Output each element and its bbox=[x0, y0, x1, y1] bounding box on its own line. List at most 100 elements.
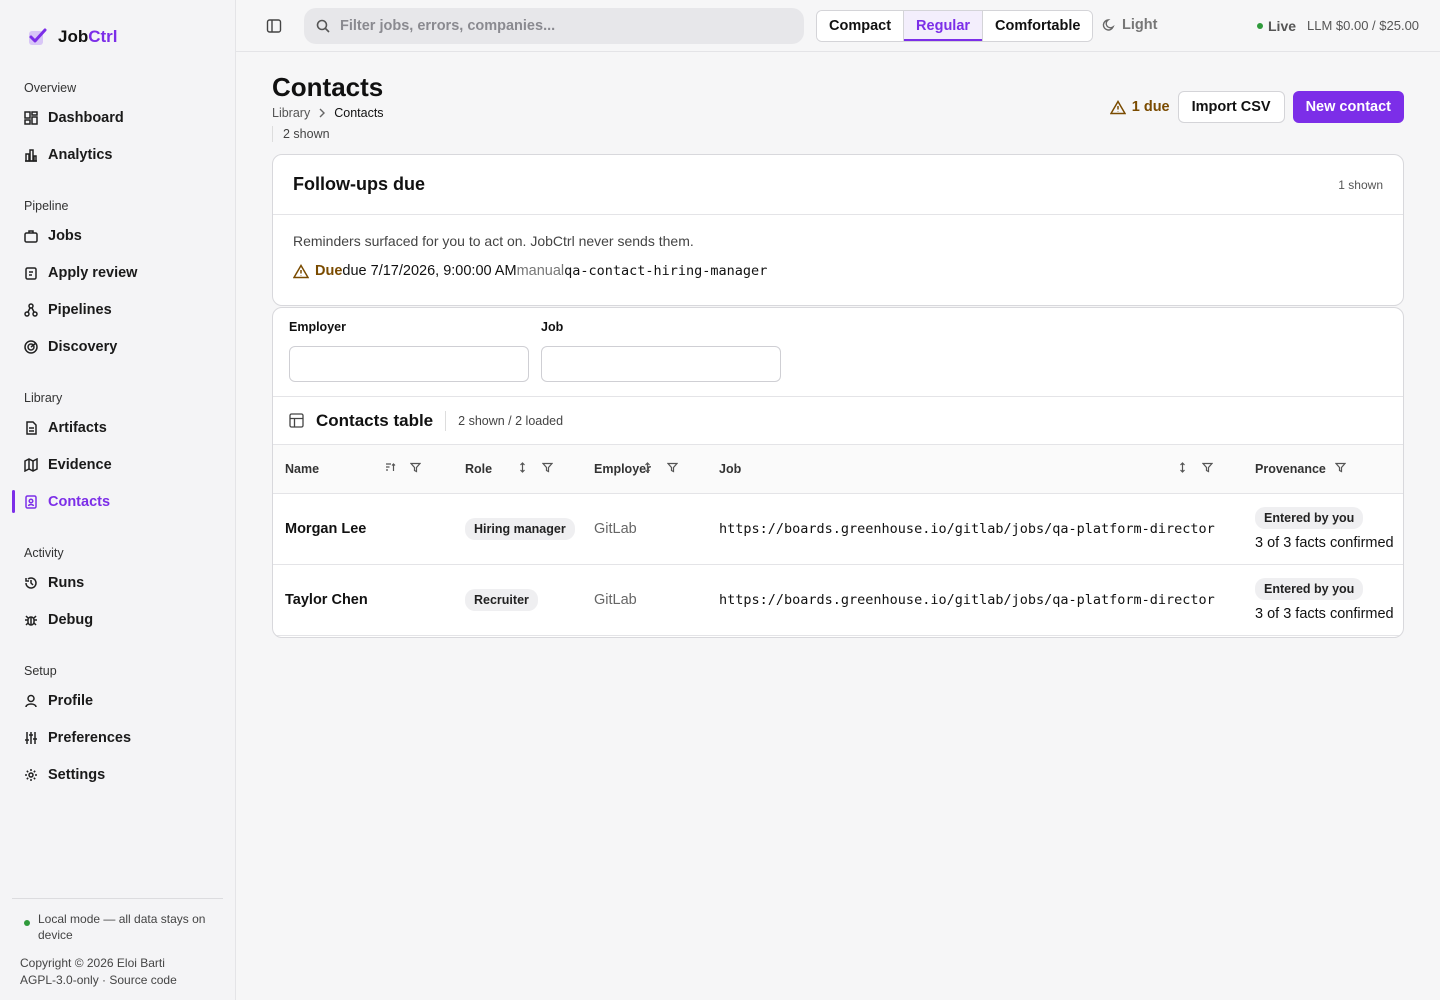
sidebar-item-preferences[interactable]: Preferences bbox=[12, 719, 223, 756]
live-dot-icon bbox=[1257, 23, 1263, 29]
role-badge: Hiring manager bbox=[465, 517, 575, 540]
filter-icon[interactable] bbox=[410, 462, 421, 473]
followups-body: Reminders surfaced for you to act on. Jo… bbox=[273, 215, 1403, 297]
sidebar-item-label: Profile bbox=[48, 692, 94, 709]
topbar: Compact Regular Comfortable Light Live L… bbox=[236, 0, 1440, 52]
breadcrumb-library[interactable]: Library bbox=[272, 106, 310, 120]
column-header-name[interactable]: Name bbox=[273, 445, 453, 493]
job-link[interactable]: https://boards.greenhouse.io/gitlab/jobs… bbox=[707, 493, 1243, 564]
density-comfortable-button[interactable]: Comfortable bbox=[983, 11, 1093, 41]
contact-name[interactable]: Morgan Lee bbox=[273, 493, 453, 564]
sidebar-item-evidence[interactable]: Evidence bbox=[12, 446, 223, 483]
provenance-cell: Entered by you 3 of 3 facts confirmed bbox=[1243, 493, 1403, 564]
sidebar-item-label: Settings bbox=[48, 766, 106, 783]
sort-icon[interactable] bbox=[1177, 462, 1188, 473]
file-icon bbox=[26, 420, 37, 435]
density-compact-button[interactable]: Compact bbox=[817, 11, 905, 41]
import-csv-button[interactable]: Import CSV bbox=[1177, 91, 1285, 123]
sidebar-item-label: Debug bbox=[48, 611, 94, 628]
clipboard-icon bbox=[25, 266, 37, 280]
table-title: Contacts table bbox=[316, 410, 447, 431]
contact-book-icon bbox=[25, 494, 37, 509]
sidebar-item-apply-review[interactable]: Apply review bbox=[12, 254, 223, 291]
density-regular-button[interactable]: Regular bbox=[904, 11, 984, 41]
filter-icon[interactable] bbox=[667, 462, 678, 473]
new-contact-button[interactable]: New contact bbox=[1292, 91, 1404, 123]
shown-count: 2 shown bbox=[272, 126, 330, 142]
sidebar-item-label: Evidence bbox=[48, 456, 112, 473]
sidebar-item-profile[interactable]: Profile bbox=[12, 682, 223, 719]
theme-toggle[interactable]: Light bbox=[1102, 17, 1157, 33]
column-header-employer[interactable]: Employer bbox=[582, 445, 707, 493]
nav-group-activity: Activity Runs Debug bbox=[12, 542, 223, 638]
live-label: Live bbox=[1268, 18, 1297, 34]
sliders-icon bbox=[25, 731, 37, 744]
sort-ascending-icon[interactable] bbox=[385, 462, 396, 473]
search-icon bbox=[316, 19, 330, 33]
copyright-text: Copyright © 2026 Eloi Barti bbox=[20, 956, 165, 970]
sidebar-item-jobs[interactable]: Jobs bbox=[12, 217, 223, 254]
search-bar bbox=[304, 8, 804, 44]
column-header-provenance[interactable]: Provenance bbox=[1243, 445, 1403, 493]
nav-group-setup: Setup Profile Preferences Settings bbox=[12, 660, 223, 793]
sidebar-item-dashboard[interactable]: Dashboard bbox=[12, 99, 223, 136]
column-header-job[interactable]: Job bbox=[707, 445, 1243, 493]
followup-item[interactable]: Due due 7/17/2026, 9:00:00 AM manual qa-… bbox=[293, 263, 1383, 279]
employer-cell: GitLab bbox=[594, 520, 637, 537]
sidebar-item-debug[interactable]: Debug bbox=[12, 601, 223, 638]
employer-filter: Employer bbox=[289, 320, 529, 382]
contact-name[interactable]: Taylor Chen bbox=[273, 564, 453, 635]
license-link[interactable]: AGPL-3.0-only · Source code bbox=[20, 972, 223, 989]
sidebar-item-label: Apply review bbox=[48, 264, 138, 281]
bug-icon bbox=[25, 614, 37, 626]
nav-group-title: Overview bbox=[24, 81, 77, 95]
due-badge[interactable]: 1 due bbox=[1109, 99, 1170, 115]
sidebar-item-artifacts[interactable]: Artifacts bbox=[12, 409, 223, 446]
sidebar-footer: Local mode — all data stays on device Co… bbox=[12, 898, 223, 989]
sort-icon[interactable] bbox=[642, 462, 653, 473]
brand[interactable]: JobCtrl bbox=[26, 26, 118, 48]
sidebar-item-discovery[interactable]: Discovery bbox=[12, 328, 223, 365]
filter-icon[interactable] bbox=[1202, 462, 1213, 473]
app-root: JobCtrl Overview Dashboard Analytics Pip… bbox=[0, 0, 1440, 1000]
nav-group-title: Activity bbox=[24, 546, 64, 560]
filter-icon[interactable] bbox=[542, 462, 553, 473]
sidebar-item-settings[interactable]: Settings bbox=[12, 756, 223, 793]
nav-group-title: Library bbox=[24, 391, 63, 405]
sidebar-item-label: Runs bbox=[48, 574, 85, 591]
search-input[interactable] bbox=[340, 18, 780, 34]
table-icon bbox=[289, 413, 304, 428]
briefcase-icon bbox=[24, 229, 38, 243]
column-header-role[interactable]: Role bbox=[453, 445, 582, 493]
workflow-icon bbox=[24, 302, 38, 317]
sort-icon[interactable] bbox=[517, 462, 528, 473]
table-row[interactable]: Morgan Lee Hiring manager GitLab https:/… bbox=[273, 493, 1403, 564]
provenance-badge: Entered by you bbox=[1255, 577, 1364, 600]
sidebar-item-label: Dashboard bbox=[48, 109, 124, 126]
sidebar-toggle-icon[interactable] bbox=[266, 18, 282, 34]
gear-icon bbox=[25, 768, 37, 781]
employer-cell: GitLab bbox=[594, 591, 637, 608]
sidebar-item-label: Discovery bbox=[48, 338, 118, 355]
sidebar-item-label: Contacts bbox=[48, 493, 111, 510]
nav-group-library: Library Artifacts Evidence Contacts bbox=[12, 387, 223, 520]
followups-header: Follow-ups due 1 shown bbox=[273, 155, 1403, 215]
main: Compact Regular Comfortable Light Live L… bbox=[236, 0, 1440, 1000]
filter-icon[interactable] bbox=[1335, 462, 1346, 473]
logo-icon bbox=[29, 28, 47, 45]
llm-budget: LLM $0.00 / $25.00 bbox=[1307, 18, 1420, 33]
job-link[interactable]: https://boards.greenhouse.io/gitlab/jobs… bbox=[707, 564, 1243, 635]
warning-icon bbox=[1109, 99, 1126, 114]
sidebar-item-analytics[interactable]: Analytics bbox=[12, 136, 223, 173]
sidebar-item-pipelines[interactable]: Pipelines bbox=[12, 291, 223, 328]
density-toggle: Compact Regular Comfortable bbox=[816, 10, 1094, 42]
table-row[interactable]: Taylor Chen Recruiter GitLab https://boa… bbox=[273, 564, 1403, 635]
theme-label: Light bbox=[1122, 17, 1158, 33]
job-filter-input[interactable] bbox=[541, 346, 781, 382]
sidebar-item-runs[interactable]: Runs bbox=[12, 564, 223, 601]
sidebar-item-contacts[interactable]: Contacts bbox=[12, 483, 223, 520]
map-icon bbox=[24, 457, 38, 472]
filters-bar: Employer Job bbox=[273, 308, 1403, 397]
status-dot-icon bbox=[24, 920, 30, 926]
employer-filter-input[interactable] bbox=[289, 346, 529, 382]
